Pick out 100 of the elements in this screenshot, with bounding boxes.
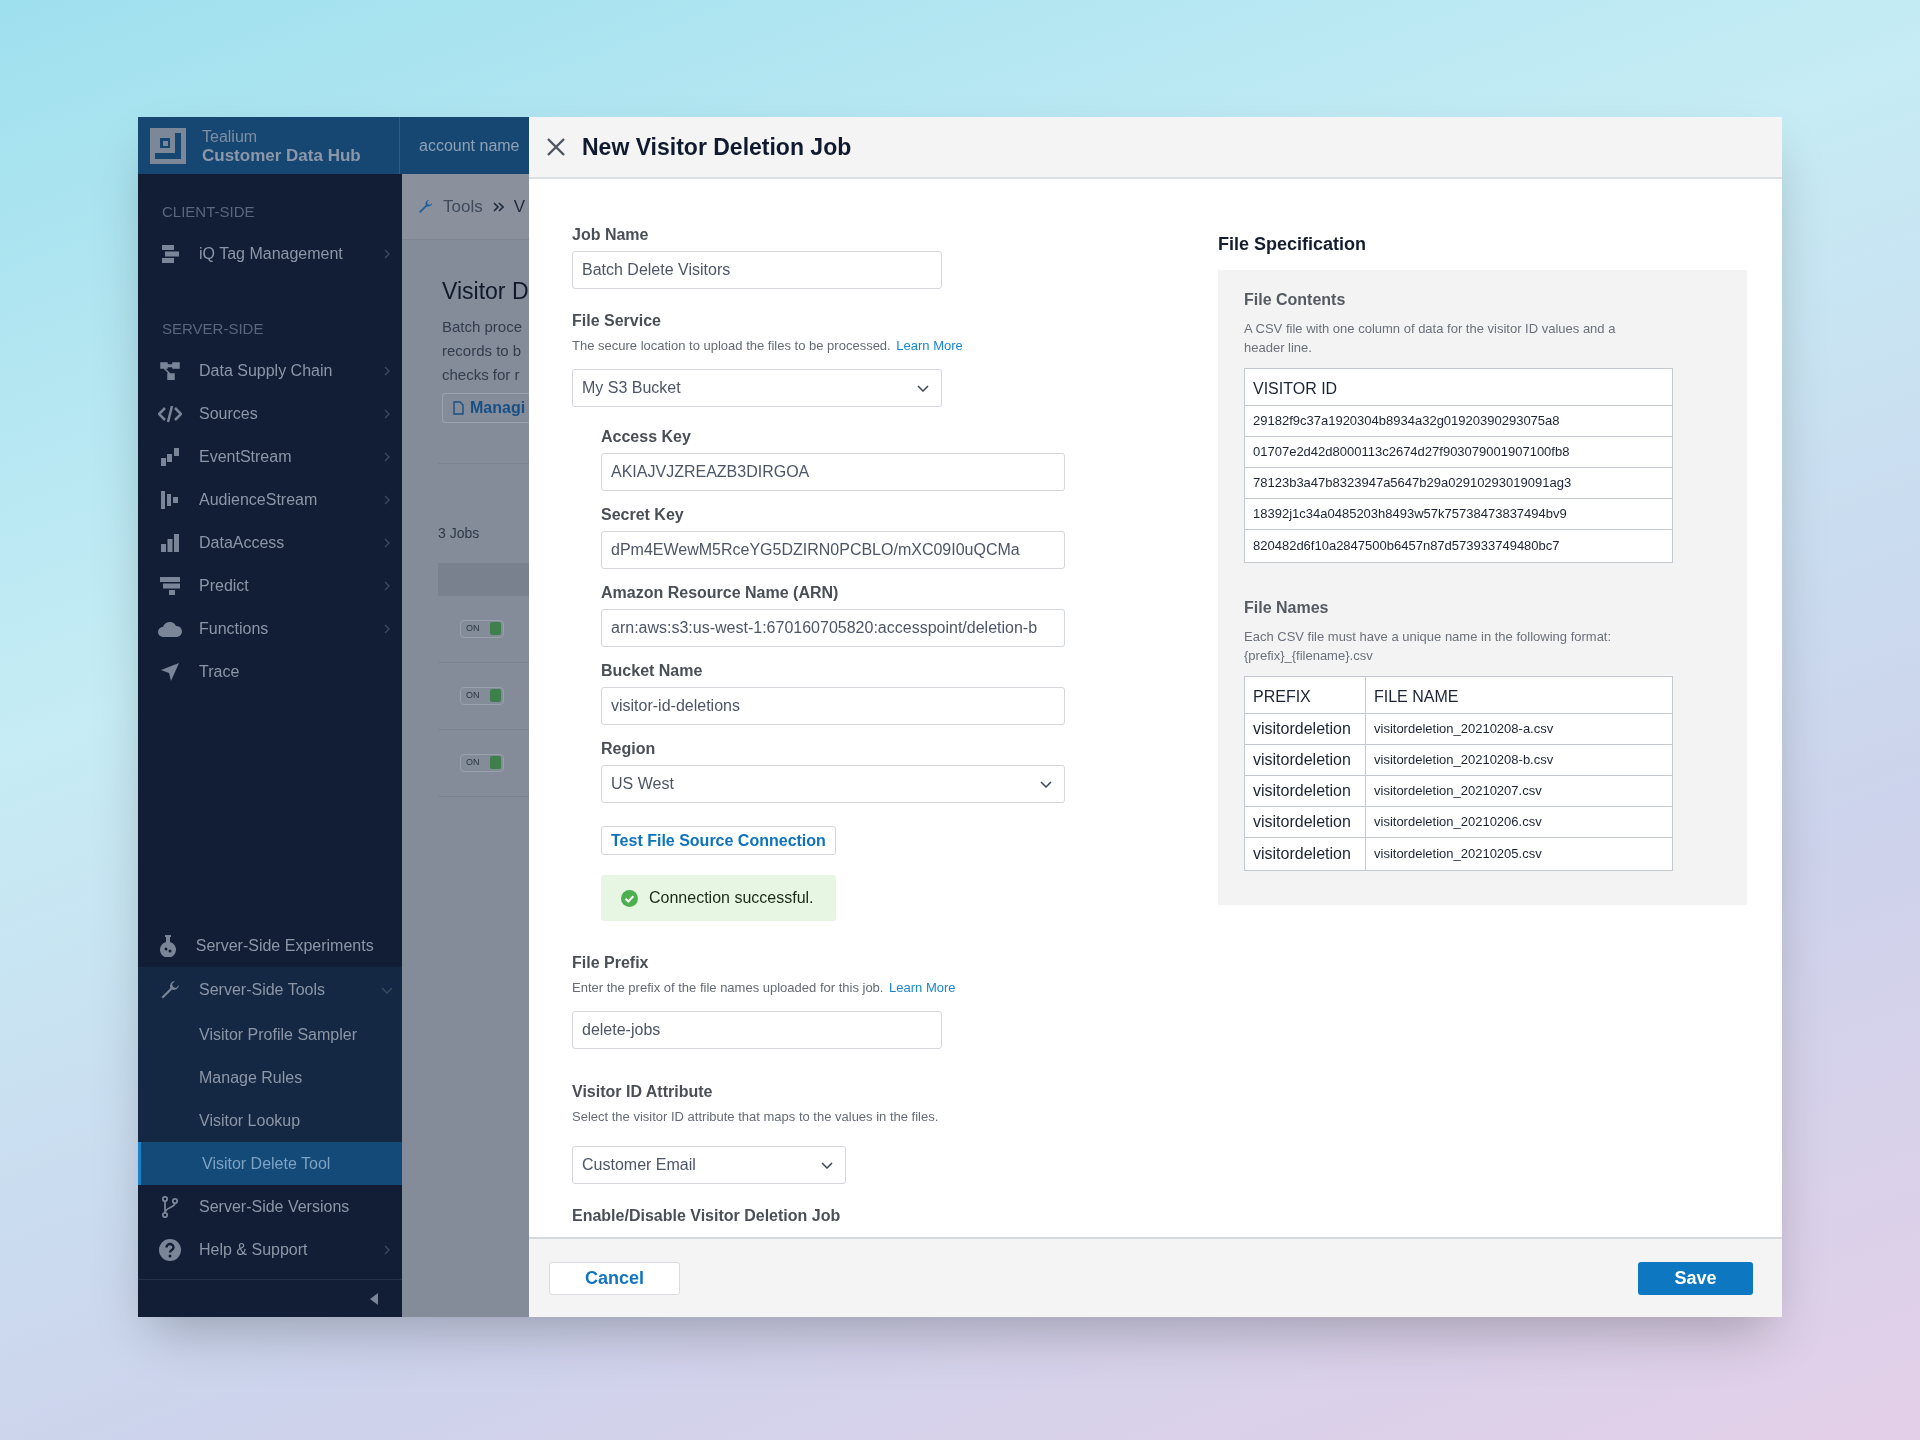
table-cell: visitordeletion — [1244, 775, 1366, 807]
stacked-bars-icon — [159, 244, 180, 263]
cloud-icon — [157, 620, 182, 637]
wrench-icon — [159, 980, 180, 1000]
field-label: Enable/Disable Visitor Deletion Job — [572, 1206, 841, 1226]
breadcrumb-item[interactable]: Tools — [443, 193, 483, 220]
sidebar-item[interactable]: Help & Support — [138, 1228, 402, 1271]
dropdown[interactable]: US West — [601, 765, 1065, 803]
sidebar-item[interactable]: AudienceStream — [138, 478, 402, 521]
test-connection-button[interactable]: Test File Source Connection — [601, 826, 836, 855]
sidebar-subitem[interactable]: Visitor Delete Tool — [138, 1142, 402, 1185]
sidebar-item[interactable]: Functions — [138, 607, 402, 650]
flask-icon — [158, 934, 177, 957]
brand-name: Tealium — [202, 126, 259, 146]
toggle-switch[interactable]: ON — [460, 753, 504, 772]
table-cell: visitordeletion — [1244, 837, 1366, 871]
cancel-button[interactable]: Cancel — [549, 1261, 680, 1295]
column-header: PREFIX — [1244, 676, 1366, 714]
learn-more-link[interactable]: Learn More — [896, 338, 963, 353]
toggle-switch[interactable]: ON — [460, 619, 504, 638]
table-cell: visitordeletion_20210207.csv — [1365, 775, 1673, 807]
dropdown-value: Customer Email — [582, 1155, 696, 1175]
text-field[interactable]: visitor-id-deletions — [601, 687, 1065, 725]
section-title: File Specification — [1218, 233, 1368, 256]
chevron-down-icon — [1040, 780, 1052, 788]
sidebar-subitem[interactable]: Manage Rules — [138, 1056, 402, 1099]
job-count: 3 Jobs — [438, 524, 480, 541]
subsection-title: File Names — [1244, 598, 1330, 618]
text-field[interactable]: arn:aws:s3:us-west-1:670160705820:accesspoint/deletion-b — [601, 609, 1065, 647]
column-header: FILE NAME — [1365, 676, 1673, 714]
collapse-icon[interactable] — [370, 1292, 378, 1305]
help-text: The secure location to upload the files to be processed. Learn More — [572, 338, 963, 354]
table-cell: visitordeletion_20210208-a.csv — [1365, 713, 1673, 745]
learn-more-link[interactable]: Learn More — [889, 980, 956, 995]
branch-icon — [160, 1195, 179, 1218]
table-cell: 78123b3a47b8323947a5647b29a02910293019091ag3 — [1244, 467, 1673, 499]
sidebar-subitem[interactable]: Visitor Profile Sampler — [138, 1013, 402, 1056]
sidebar-item[interactable]: Server-Side Versions — [138, 1185, 402, 1228]
chevron-down-icon — [917, 384, 929, 392]
page-title: Visitor D — [442, 277, 529, 306]
field-label: File Prefix — [572, 953, 649, 973]
help-text: Select the visitor ID attribute that maps to the values in the files. — [572, 1109, 939, 1125]
field-label: Amazon Resource Name (ARN) — [601, 583, 839, 603]
sidebar-item[interactable]: Server-Side Experiments — [138, 924, 402, 967]
sidebar-subitem[interactable]: Visitor Lookup — [138, 1099, 402, 1142]
field-label: Secret Key — [601, 505, 684, 525]
column-header: VISITOR ID — [1244, 368, 1673, 406]
sidebar-item[interactable]: iQ Tag Management — [138, 232, 402, 275]
table-cell: 820482d6f10a2847500b6457n87d573933749480bc7 — [1244, 529, 1673, 563]
description-line: records to b — [442, 340, 523, 361]
table-cell: 01707e2d42d8000113c2674d27f903079001907100fb8 — [1244, 436, 1673, 468]
dropdown[interactable]: My S3 Bucket — [572, 369, 942, 407]
sidebar-item[interactable]: Predict — [138, 564, 402, 607]
steps-icon — [159, 447, 180, 466]
field-label: Job Name — [572, 225, 649, 245]
breadcrumb-item[interactable]: V — [513, 193, 526, 220]
text-field[interactable]: delete-jobs — [572, 1011, 942, 1049]
field-label: Bucket Name — [601, 661, 703, 681]
check-circle-icon — [621, 889, 638, 907]
subsection-description: Each CSV file must have a unique name in the following format: {prefix}_{filename}.csv — [1244, 628, 1613, 665]
table-cell: visitordeletion — [1244, 806, 1366, 838]
sidebar-item[interactable]: Data Supply Chain — [138, 349, 402, 392]
description-line: checks for r — [442, 364, 521, 385]
account-name[interactable]: account name — [419, 133, 520, 158]
sidebar-item[interactable]: DataAccess — [138, 521, 402, 564]
description-line: Batch proce — [442, 316, 523, 337]
columns-icon — [159, 490, 180, 509]
text-field[interactable]: AKIAJVJZREAZB3DIRGOA — [601, 453, 1065, 491]
modal-title: New Visitor Deletion Job — [582, 132, 852, 162]
success-message: Connection successful. — [601, 875, 836, 921]
section-heading: SERVER-SIDE — [162, 320, 264, 337]
close-icon[interactable] — [546, 137, 566, 157]
table-cell: 29182f9c37a1920304b8934a32g01920390293075a8 — [1244, 405, 1673, 437]
text-field[interactable]: Batch Delete Visitors — [572, 251, 942, 289]
navigation-arrow-icon — [160, 662, 179, 681]
document-icon — [453, 400, 464, 415]
table-cell: 18392j1c34a0485203h8493w57k75738473837494bv9 — [1244, 498, 1673, 530]
table-cell: visitordeletion_20210205.csv — [1365, 837, 1673, 871]
text-field[interactable]: dPm4EWewM5RceYG5DZIRN0PCBLO/mXC09I0uQCMa — [601, 531, 1065, 569]
field-label: File Service — [572, 311, 661, 331]
save-button[interactable]: Save — [1638, 1261, 1753, 1295]
table-cell: visitordeletion — [1244, 713, 1366, 745]
subsection-description: A CSV file with one column of data for the visitor ID values and a header line. — [1244, 320, 1617, 357]
field-label: Region — [601, 739, 656, 759]
sidebar-item[interactable]: Sources — [138, 392, 402, 435]
field-label: Visitor ID Attribute — [572, 1082, 713, 1102]
dropdown[interactable]: Customer Email — [572, 1146, 846, 1184]
toggle-switch[interactable]: ON — [460, 686, 504, 705]
wrench-icon — [418, 199, 433, 214]
stacked-bars-icon — [159, 576, 180, 595]
sidebar-item[interactable]: EventStream — [138, 435, 402, 478]
section-heading: CLIENT-SIDE — [162, 203, 255, 220]
table-cell: visitordeletion_20210206.csv — [1365, 806, 1673, 838]
table-cell: visitordeletion — [1244, 744, 1366, 776]
nodes-icon — [159, 361, 180, 380]
sidebar-item[interactable]: Trace — [138, 650, 402, 693]
code-icon — [157, 404, 182, 423]
field-label: Access Key — [601, 427, 691, 447]
help-text: Enter the prefix of the file names uploaded for this job. Learn More — [572, 980, 956, 996]
logo-icon — [150, 127, 186, 164]
